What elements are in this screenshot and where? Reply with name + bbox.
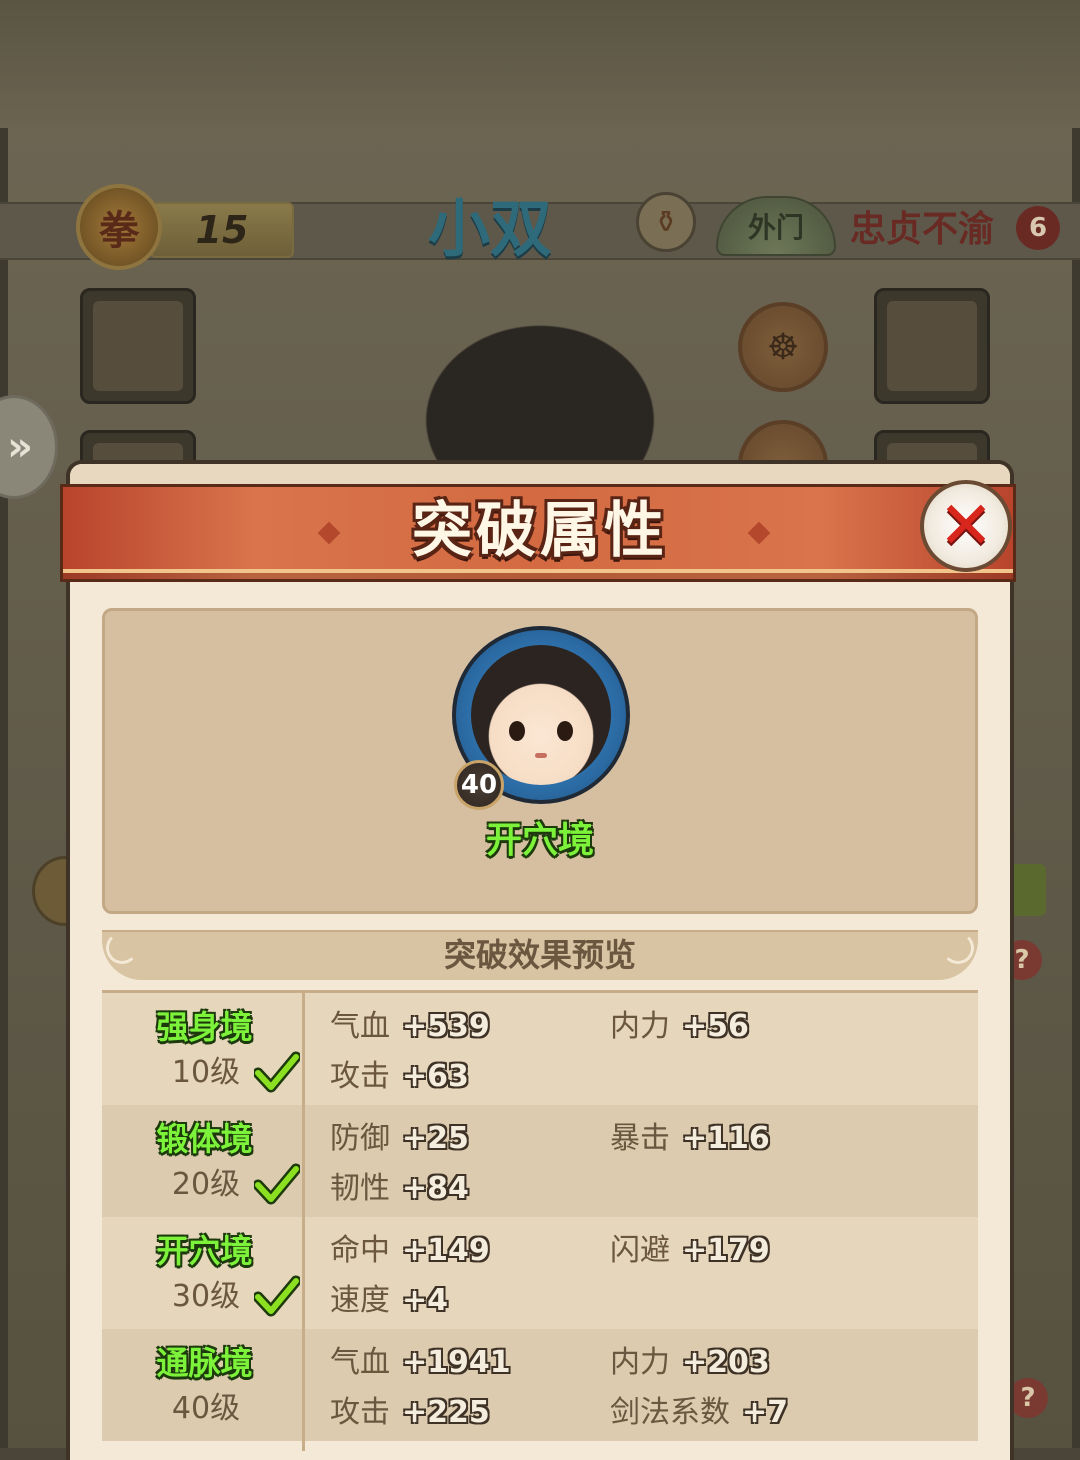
close-button[interactable]: ✕ xyxy=(920,480,1012,572)
stat-name: 暴击 xyxy=(610,1121,670,1156)
stat-name: 气血 xyxy=(330,1009,390,1044)
stat-item: 速度 +4 xyxy=(330,1281,448,1321)
loyalty-label: 忠贞不渝 xyxy=(850,209,995,250)
scene-header-backdrop xyxy=(0,0,1080,130)
modal-title: 突破属性 xyxy=(412,496,668,566)
required-level: 10级 xyxy=(171,1055,241,1090)
stat-name: 内力 xyxy=(610,1009,670,1044)
stat-value: +149 xyxy=(402,1233,490,1268)
table-row: 强身境 10级 气血 +539 内力 +56 攻击 +63 xyxy=(102,993,978,1105)
stat-value: +1941 xyxy=(402,1345,511,1380)
stat-value: +84 xyxy=(402,1171,469,1206)
stat-name: 内力 xyxy=(610,1345,670,1380)
breakthrough-table: 强身境 10级 气血 +539 内力 +56 攻击 +63 锻体境 20级 防御 +25… xyxy=(102,990,978,1451)
hero-name: 小双 xyxy=(427,192,552,265)
stat-item: 气血 +1941 xyxy=(330,1343,511,1383)
header-curl-left xyxy=(106,932,138,964)
stat-value: +4 xyxy=(402,1283,449,1318)
avatar-eye-right xyxy=(557,721,573,741)
stat-value: +7 xyxy=(742,1395,789,1430)
avatar-level-badge: 40 xyxy=(454,760,504,810)
stat-item: 命中 +149 xyxy=(330,1231,490,1271)
stat-item: 内力 +203 xyxy=(610,1343,770,1383)
stat-name: 气血 xyxy=(330,1345,390,1380)
table-row: 通脉境 40级 气血 +1941 内力 +203 攻击 +225 剑法系数 +7 xyxy=(102,1329,978,1441)
gourd-icon[interactable]: ⚱ xyxy=(636,192,696,252)
stat-item: 内力 +56 xyxy=(610,1007,749,1047)
stat-item: 攻击 +225 xyxy=(330,1393,490,1433)
modal-top-edge xyxy=(70,464,1010,484)
stat-item: 闪避 +179 xyxy=(610,1231,770,1271)
stat-item: 气血 +539 xyxy=(330,1007,490,1047)
stat-item: 韧性 +84 xyxy=(330,1169,469,1209)
stat-value: +116 xyxy=(682,1121,770,1156)
preview-title: 突破效果预览 xyxy=(443,936,636,974)
help-icon-lower[interactable]: ? xyxy=(1008,1378,1048,1418)
stat-name: 攻击 xyxy=(330,1059,390,1094)
check-icon xyxy=(254,1275,300,1317)
close-icon: ✕ xyxy=(938,487,994,564)
banner-diamond-right xyxy=(747,521,771,545)
stat-value: +179 xyxy=(682,1233,770,1268)
frame-right xyxy=(1072,128,1080,1448)
stat-name: 速度 xyxy=(330,1283,390,1318)
stat-value: +203 xyxy=(682,1345,770,1380)
bg-green-tab xyxy=(1010,864,1046,916)
check-icon xyxy=(254,1051,300,1093)
stat-item: 攻击 +63 xyxy=(330,1057,469,1097)
equip-slot-boots[interactable] xyxy=(874,288,990,404)
stat-item: 剑法系数 +7 xyxy=(610,1393,788,1433)
stat-item: 暴击 +116 xyxy=(610,1119,770,1159)
realm-name: 开穴境 xyxy=(156,1232,253,1270)
stat-name: 韧性 xyxy=(330,1171,390,1206)
stat-value: +225 xyxy=(402,1395,490,1430)
banner-diamond-left xyxy=(317,521,341,545)
stat-name: 闪避 xyxy=(610,1233,670,1268)
column-divider xyxy=(302,993,305,1451)
stat-name: 命中 xyxy=(330,1233,390,1268)
fist-class-icon: 拳 xyxy=(76,184,162,270)
hero-level-pill: 15 xyxy=(150,202,294,258)
current-realm-label: 开穴境 xyxy=(485,820,594,861)
required-level: 20级 xyxy=(171,1167,241,1202)
header-curl-right xyxy=(942,932,974,964)
avatar-mouth xyxy=(535,753,547,758)
stat-value: +25 xyxy=(402,1121,469,1156)
stat-name: 防御 xyxy=(330,1121,390,1156)
required-level: 40级 xyxy=(171,1391,241,1426)
meditation-icon[interactable]: ☸ xyxy=(738,302,828,392)
required-level: 30级 xyxy=(171,1279,241,1314)
stat-value: +56 xyxy=(682,1009,749,1044)
check-icon xyxy=(254,1163,300,1205)
realm-name: 锻体境 xyxy=(156,1120,253,1158)
stat-value: +539 xyxy=(402,1009,490,1044)
frame-left xyxy=(0,128,8,1448)
equip-slot-armor[interactable] xyxy=(80,288,196,404)
avatar-eye-left xyxy=(509,721,525,741)
realm-name: 强身境 xyxy=(156,1008,253,1046)
stat-name: 攻击 xyxy=(330,1395,390,1430)
stat-value: +63 xyxy=(402,1059,469,1094)
stat-item: 防御 +25 xyxy=(330,1119,469,1159)
stat-name: 剑法系数 xyxy=(610,1395,730,1430)
realm-name: 通脉境 xyxy=(156,1344,253,1382)
table-row: 开穴境 30级 命中 +149 闪避 +179 速度 +4 xyxy=(102,1217,978,1329)
loyalty-heart-icon: 6 xyxy=(1016,206,1060,250)
table-row: 锻体境 20级 防御 +25 暴击 +116 韧性 +84 xyxy=(102,1105,978,1217)
